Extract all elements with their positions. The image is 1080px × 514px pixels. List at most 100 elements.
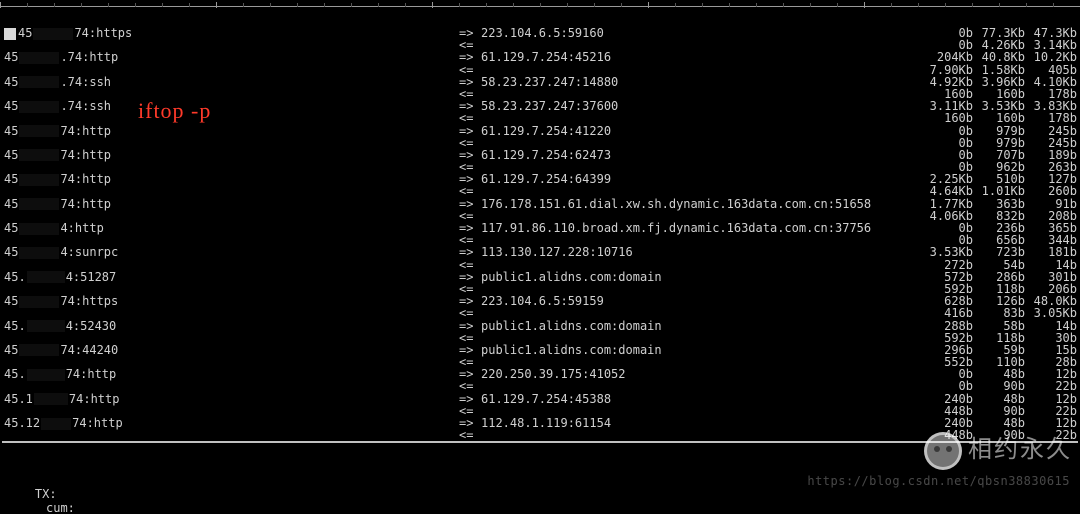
redacted-block bbox=[19, 247, 59, 259]
connection-recv-row: <=0b90b22b bbox=[0, 380, 1080, 392]
local-port: 74:https bbox=[74, 27, 132, 39]
local-host: 45. 4:51287 bbox=[0, 271, 459, 284]
arrow-out-icon: => bbox=[459, 198, 481, 210]
connection-recv-row: <=7.90Kb1.58Kb405b bbox=[0, 64, 1080, 76]
local-port: 74:http bbox=[60, 149, 111, 161]
rate-col-1: 240b bbox=[921, 393, 973, 405]
local-port: 4:51287 bbox=[66, 271, 117, 283]
rate-col-3: 3.05Kb bbox=[1025, 307, 1077, 319]
redacted-block bbox=[27, 320, 65, 332]
local-port: 74:http bbox=[66, 368, 117, 380]
remote-host: 112.48.1.119:61154 bbox=[481, 417, 921, 429]
local-ip-prefix: 45 bbox=[4, 51, 18, 63]
redacted-block bbox=[19, 52, 59, 64]
annotation-label: iftop -p bbox=[138, 98, 211, 124]
local-host: 45.74:ssh bbox=[0, 100, 459, 113]
rate-col-1: 416b bbox=[921, 307, 973, 319]
connection-send-row: 4574:http=>61.129.7.254:624730b707b189b bbox=[0, 149, 1080, 161]
redacted-block bbox=[19, 149, 59, 161]
remote-host: public1.alidns.com:domain bbox=[481, 344, 921, 356]
local-host: 454:http bbox=[0, 222, 459, 235]
connection-recv-row: <=4.64Kb1.01Kb260b bbox=[0, 185, 1080, 197]
rate-col-2: 90b bbox=[973, 429, 1025, 441]
rate-col-1: 448b bbox=[921, 429, 973, 441]
rate-col-2: 160b bbox=[973, 112, 1025, 124]
arrow-out-icon: => bbox=[459, 393, 481, 405]
connection-send-row: 45.4:52430=>public1.alidns.com:domain288… bbox=[0, 320, 1080, 332]
redacted-block bbox=[19, 76, 59, 88]
remote-host: public1.alidns.com:domain bbox=[481, 320, 921, 332]
rate-col-2: 979b bbox=[973, 125, 1025, 137]
rate-col-1: 0b bbox=[921, 125, 973, 137]
remote-host: 113.130.127.228:10716 bbox=[481, 246, 921, 258]
local-ip-prefix: 45. bbox=[4, 271, 26, 283]
local-ip-prefix: 45 bbox=[4, 173, 18, 185]
arrow-in-icon: <= bbox=[459, 429, 481, 441]
local-ip-prefix: 45.12 bbox=[4, 417, 40, 429]
rate-col-2: 363b bbox=[973, 198, 1025, 210]
redacted-block bbox=[19, 344, 59, 356]
bandwidth-scale: 1.91Mb3.81Mb5.72Mb7.63Mb9.54Mb bbox=[0, 6, 1080, 25]
local-host: 4574:http bbox=[0, 173, 459, 186]
footer-tx-row: TX: cum: 55.1MB peak: 392Kb 122Kb bbox=[6, 473, 1074, 514]
local-host: 45.1274:http bbox=[0, 417, 459, 430]
local-ip-prefix: 45. bbox=[4, 320, 26, 332]
rate-col-3: 10.2Kb bbox=[1025, 51, 1077, 63]
remote-host: 61.129.7.254:41220 bbox=[481, 125, 921, 137]
arrow-out-icon: => bbox=[459, 51, 481, 63]
connection-send-row: 45.1274:http=>112.48.1.119:61154240b48b1… bbox=[0, 417, 1080, 429]
remote-host: 176.178.151.61.dial.xw.sh.dynamic.163dat… bbox=[481, 198, 921, 210]
rate-col-1: 1.77Kb bbox=[921, 198, 973, 210]
local-ip-prefix: 45 bbox=[4, 100, 18, 112]
arrow-in-icon: <= bbox=[459, 259, 481, 271]
traffic-bar bbox=[4, 28, 16, 40]
rate-col-3: 181b bbox=[1025, 246, 1077, 258]
rate-col-1: 7.90Kb bbox=[921, 64, 973, 76]
arrow-in-icon: <= bbox=[459, 185, 481, 197]
remote-host: 61.129.7.254:45388 bbox=[481, 393, 921, 405]
local-ip-prefix: 45 bbox=[18, 27, 32, 39]
rate-col-2: 723b bbox=[973, 246, 1025, 258]
local-host: 45.174:http bbox=[0, 393, 459, 406]
local-host: 4574:44240 bbox=[0, 344, 459, 357]
rate-col-3: 22b bbox=[1025, 429, 1077, 441]
redacted-block bbox=[27, 271, 65, 283]
remote-host: 58.23.237.247:37600 bbox=[481, 100, 921, 112]
connection-send-row: 454:sunrpc=>113.130.127.228:107163.53Kb7… bbox=[0, 246, 1080, 258]
connection-recv-row: <=272b54b14b bbox=[0, 259, 1080, 271]
local-ip-prefix: 45 bbox=[4, 198, 18, 210]
redacted-block bbox=[19, 198, 59, 210]
remote-host: public1.alidns.com:domain bbox=[481, 271, 921, 283]
local-port: .74:ssh bbox=[60, 76, 111, 88]
remote-host: 223.104.6.5:59159 bbox=[481, 295, 921, 307]
scale-label: 1.91Mb bbox=[196, 0, 236, 2]
connection-list: 4574:https=>223.104.6.5:591600b77.3Kb47.… bbox=[0, 27, 1080, 441]
scale-label: 5.72Mb bbox=[628, 0, 668, 2]
connection-send-row: 454:http=>117.91.86.110.broad.xm.fj.dyna… bbox=[0, 222, 1080, 234]
rate-col-3: 22b bbox=[1025, 380, 1077, 392]
arrow-in-icon: <= bbox=[459, 64, 481, 76]
local-host: 45.74:http bbox=[0, 51, 459, 64]
connection-send-row: 45.174:http=>61.129.7.254:45388240b48b12… bbox=[0, 393, 1080, 405]
local-ip-prefix: 45 bbox=[4, 246, 18, 258]
local-ip-prefix: 45 bbox=[4, 295, 18, 307]
rate-col-2: 58b bbox=[973, 320, 1025, 332]
connection-send-row: 45 74:http =>176.178.151.61.dial.xw.sh.dyn… bbox=[0, 198, 1080, 210]
connection-recv-row: <=416b83b3.05Kb bbox=[0, 307, 1080, 319]
local-port: 74:http bbox=[60, 198, 111, 210]
redacted-block bbox=[19, 101, 59, 113]
redacted-block bbox=[33, 28, 73, 40]
tx-label: TX: bbox=[35, 487, 69, 501]
local-port: 4:52430 bbox=[66, 320, 117, 332]
rate-col-1: 4.64Kb bbox=[921, 185, 973, 197]
remote-host: 61.129.7.254:62473 bbox=[481, 149, 921, 161]
connection-send-row: 45.74:http=>220.250.39.175:410520b48b12b bbox=[0, 368, 1080, 380]
local-ip-prefix: 45 bbox=[4, 222, 18, 234]
redacted-block bbox=[19, 223, 59, 235]
local-port: 74:http bbox=[69, 393, 120, 405]
remote-host: 117.91.86.110.broad.xm.fj.dynamic.163dat… bbox=[481, 222, 921, 234]
arrow-out-icon: => bbox=[459, 125, 481, 137]
local-port: 74:http bbox=[60, 125, 111, 137]
connection-send-row: 4574:https=>223.104.6.5:591600b77.3Kb47.… bbox=[0, 27, 1080, 39]
local-ip-prefix: 45 bbox=[4, 344, 18, 356]
